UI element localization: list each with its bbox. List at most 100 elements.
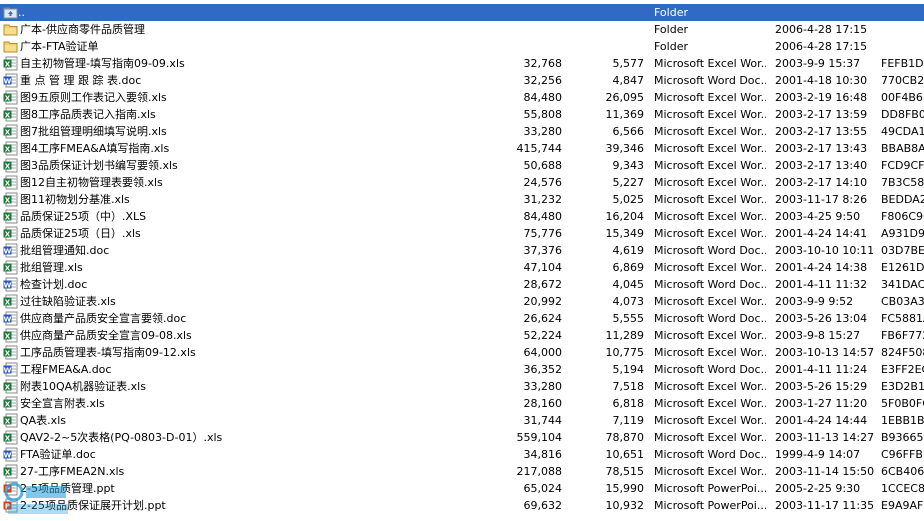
svg-text:X: X — [5, 94, 11, 102]
file-name: 批组管理.xls — [20, 261, 83, 274]
file-row[interactable]: W FTA验证单.doc 34,816 10,651 Microsoft Word Do… — [0, 446, 924, 463]
file-row[interactable]: X 图12自主初物管理表要领.xls 24,576 5,227 Microsoft Ex… — [0, 174, 924, 191]
svg-text:X: X — [5, 264, 11, 272]
file-size: 50,688 — [523, 159, 563, 172]
file-row[interactable]: X QA表.xls 31,744 7,119 Microsoft Excel Wor..… — [0, 412, 924, 429]
file-type: Microsoft Word Doc... — [654, 74, 766, 87]
file-modified: 2003-11-17 8:26 — [775, 193, 868, 206]
file-name: 过往缺陷验证表.xls — [20, 295, 116, 308]
file-row[interactable]: X 批组管理.xls 47,104 6,869 Microsoft Excel Wor.… — [0, 259, 924, 276]
powerpoint-file-icon: P — [3, 498, 18, 513]
file-size: 47,104 — [523, 261, 563, 274]
file-row[interactable]: X 图4工序FMEA&A填写指南.xls 415,744 39,346 Microsof… — [0, 140, 924, 157]
file-crc: 824F508 — [881, 346, 924, 359]
excel-file-icon: X — [3, 413, 18, 428]
file-modified: 1999-4-9 14:07 — [775, 448, 861, 461]
file-size — [490, 4, 562, 21]
file-row[interactable]: X 供应商量产品质安全宣言09-08.xls 52,224 11,289 Microso… — [0, 327, 924, 344]
file-size: 20,992 — [523, 295, 563, 308]
svg-text:X: X — [5, 349, 11, 357]
file-modified: 2003-2-17 14:10 — [775, 176, 868, 189]
file-row[interactable]: X 图3品质保证计划书编写要领.xls 50,688 9,343 Microsoft E… — [0, 157, 924, 174]
file-modified — [775, 4, 895, 21]
file-row[interactable]: X 27-工序FMEA2N.xls 217,088 78,515 Microsoft E… — [0, 463, 924, 480]
file-size: 33,280 — [523, 125, 563, 138]
file-row[interactable]: 广本-供应商零件品质管理 Folder 2006-4-28 17:15 — [0, 21, 924, 38]
file-packed-size: 10,932 — [605, 499, 645, 512]
file-size: 69,632 — [523, 499, 563, 512]
file-modified: 2003-2-17 13:55 — [775, 125, 868, 138]
file-row[interactable]: X 品质保证25项（日）.xls 75,776 15,349 Microsoft Exc… — [0, 225, 924, 242]
file-name: 图12自主初物管理表要领.xls — [20, 176, 163, 189]
excel-file-icon: X — [3, 124, 18, 139]
file-name-cell: X 自主初物管理-填写指南09-09.xls — [0, 55, 488, 72]
file-type: Microsoft Excel Wor... — [654, 159, 766, 172]
file-row[interactable]: W 批组管理通知.doc 37,376 4,619 Microsoft Word Doc… — [0, 242, 924, 259]
file-name: 图7批组管理明细填写说明.xls — [20, 125, 167, 138]
file-name: 2-5项品质管理.ppt — [20, 482, 115, 495]
word-file-icon: W — [3, 73, 18, 88]
file-name: 自主初物管理-填写指南09-09.xls — [20, 57, 185, 70]
file-type: Microsoft PowerPoi... — [654, 499, 766, 512]
svg-text:P: P — [5, 485, 10, 493]
file-row[interactable]: W 检查计划.doc 28,672 4,045 Microsoft Word Doc..… — [0, 276, 924, 293]
file-row[interactable]: X QAV2-2~5次表格(PQ-0803-D-01）.xls 559,104 78,… — [0, 429, 924, 446]
file-name: 供应商量产品质安全宣言要领.doc — [20, 312, 187, 325]
file-row[interactable]: X 工序品质管理表-填写指南09-12.xls 64,000 10,775 Micros… — [0, 344, 924, 361]
excel-file-icon: X — [3, 379, 18, 394]
file-crc: BEDDA29 — [881, 193, 924, 206]
file-crc: 6CB406A — [881, 465, 924, 478]
file-row[interactable]: P 2-5项品质管理.ppt 65,024 15,990 Microsoft Power… — [0, 480, 924, 497]
file-row[interactable]: W 供应商量产品质安全宣言要领.doc 26,624 5,555 Microsoft W… — [0, 310, 924, 327]
file-modified: 2001-4-24 14:38 — [775, 261, 868, 274]
svg-text:X: X — [5, 213, 11, 221]
file-name-cell: X 图12自主初物管理表要领.xls — [0, 174, 488, 191]
file-size: 52,224 — [523, 329, 563, 342]
file-name-cell: P 2-25项品质保证展开计划.ppt — [0, 497, 488, 514]
file-type: Microsoft Excel Wor... — [654, 414, 766, 427]
file-row[interactable]: P 2-25项品质保证展开计划.ppt 69,632 10,932 Microsoft … — [0, 497, 924, 514]
file-name: QAV2-2~5次表格(PQ-0803-D-01）.xls — [20, 431, 223, 444]
file-packed-size: 6,869 — [612, 261, 645, 274]
file-crc: E3D2B1C — [881, 380, 924, 393]
file-row[interactable]: X 图7批组管理明细填写说明.xls 33,280 6,566 Microsoft Ex… — [0, 123, 924, 140]
file-type: Microsoft Excel Wor... — [654, 465, 766, 478]
file-size — [490, 38, 562, 55]
file-row[interactable]: X 自主初物管理-填写指南09-09.xls 32,768 5,577 Microsof… — [0, 55, 924, 72]
file-row[interactable]: X 安全宣言附表.xls 28,160 6,818 Microsoft Excel Wo… — [0, 395, 924, 412]
svg-text:W: W — [4, 366, 12, 374]
file-crc — [881, 4, 924, 21]
file-row[interactable]: X 附表10QA机器验证表.xls 33,280 7,518 Microsoft Exc… — [0, 378, 924, 395]
file-modified: 2003-2-17 13:40 — [775, 159, 868, 172]
parent-folder-icon — [3, 7, 18, 19]
file-size: 24,576 — [523, 176, 563, 189]
file-row[interactable]: X 过往缺陷验证表.xls 20,992 4,073 Microsoft Excel W… — [0, 293, 924, 310]
file-modified: 2003-10-10 10:11 — [775, 244, 875, 257]
file-crc: FCD9CFE — [881, 159, 924, 172]
file-row[interactable]: 广本-FTA验证单 Folder 2006-4-28 17:15 — [0, 38, 924, 55]
file-name-cell: W 批组管理通知.doc — [0, 242, 488, 259]
svg-text:W: W — [4, 451, 12, 459]
file-row[interactable]: X 图11初物划分基准.xls 31,232 5,025 Microsoft Excel… — [0, 191, 924, 208]
file-crc: 7B3C58D — [881, 176, 924, 189]
file-row[interactable]: X 图9五原则工作表记入要领.xls 84,480 26,095 Microsoft E… — [0, 89, 924, 106]
file-row[interactable]: W 重 点 管 理 跟 踪 表.doc 32,256 4,847 Microsoft W… — [0, 72, 924, 89]
file-modified: 2003-4-25 9:50 — [775, 210, 861, 223]
file-size — [490, 21, 562, 38]
file-row[interactable]: X 图8工序品质表记入指南.xls 55,808 11,369 Microsoft Ex… — [0, 106, 924, 123]
file-size: 84,480 — [523, 91, 563, 104]
file-type: Microsoft Excel Wor... — [654, 57, 766, 70]
file-row[interactable]: .. Folder — [0, 4, 924, 21]
file-row[interactable]: W 工程FMEA&A.doc 36,352 5,194 Microsoft Word D… — [0, 361, 924, 378]
file-name: 安全宣言附表.xls — [20, 397, 105, 410]
excel-file-icon: X — [3, 260, 18, 275]
file-name-cell: X QAV2-2~5次表格(PQ-0803-D-01）.xls — [0, 429, 488, 446]
file-row[interactable]: X 品质保证25项（中）.XLS 84,480 16,204 Microsoft Exc… — [0, 208, 924, 225]
file-packed-size: 78,515 — [605, 465, 645, 478]
file-name-cell: X 工序品质管理表-填写指南09-12.xls — [0, 344, 488, 361]
svg-text:X: X — [5, 145, 11, 153]
file-modified: 2003-11-13 14:27 — [775, 431, 875, 444]
file-modified: 2003-5-26 13:04 — [775, 312, 868, 325]
file-crc: C96FFBE — [881, 448, 924, 461]
svg-text:X: X — [5, 162, 11, 170]
